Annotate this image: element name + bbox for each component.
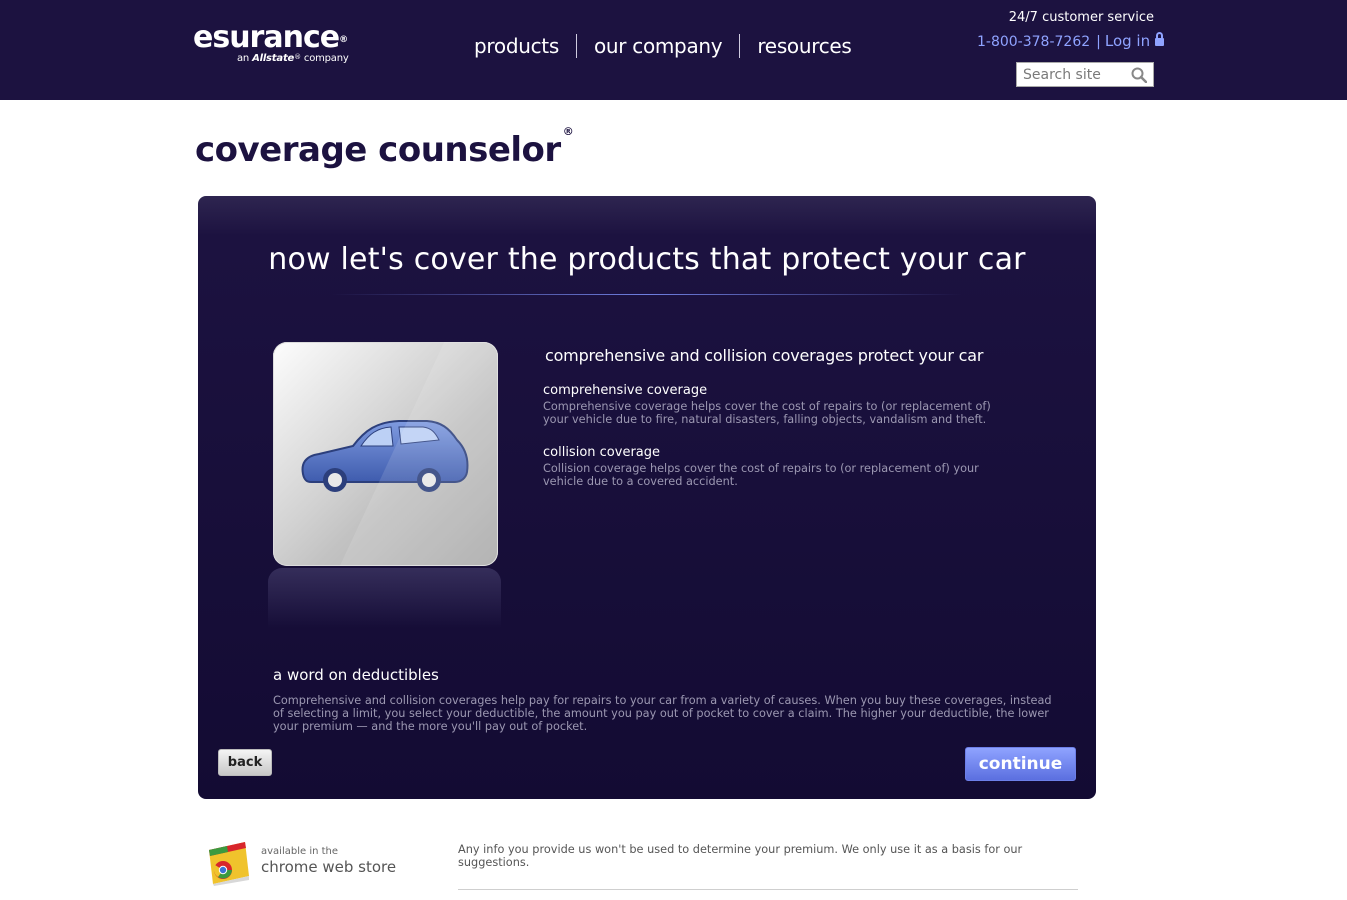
search-input[interactable] bbox=[1023, 66, 1127, 84]
chrome-web-store-icon bbox=[209, 842, 249, 886]
logo-registered-mark: ® bbox=[339, 35, 348, 45]
logo-tagline-brand: Allstate bbox=[252, 53, 295, 64]
logo-tagline-mark: ® bbox=[294, 53, 301, 61]
logo-tagline: an Allstate® company bbox=[237, 53, 349, 64]
collision-description: Collision coverage helps cover the cost … bbox=[543, 462, 979, 488]
chrome-web-store-badge[interactable]: available in the chrome web store bbox=[205, 836, 397, 888]
car-tile bbox=[273, 342, 498, 566]
nav-our-company[interactable]: our company bbox=[594, 34, 723, 58]
phone-number[interactable]: 1-800-378-7262 bbox=[977, 34, 1090, 50]
esurance-logo[interactable]: esurance® an Allstate® company bbox=[193, 20, 349, 65]
site-header: esurance® an Allstate® company products … bbox=[0, 0, 1347, 100]
page-title: coverage counselor ® bbox=[195, 125, 574, 170]
heading-divider bbox=[332, 294, 962, 295]
logo-tagline-prefix: an bbox=[237, 53, 250, 64]
phone-login-separator: | bbox=[1096, 34, 1101, 50]
nav-resources[interactable]: resources bbox=[757, 34, 852, 58]
deductibles-title: a word on deductibles bbox=[273, 666, 439, 684]
footer-divider bbox=[458, 889, 1078, 890]
nav-products[interactable]: products bbox=[474, 34, 559, 58]
coverage-panel: now let's cover the products that protec… bbox=[198, 196, 1096, 799]
panel-heading: now let's cover the products that protec… bbox=[268, 242, 1026, 277]
lock-icon bbox=[1155, 32, 1165, 46]
tile-reflection bbox=[268, 568, 501, 628]
search-box bbox=[1016, 62, 1154, 87]
page-title-mark: ® bbox=[562, 124, 574, 138]
content-title: comprehensive and collision coverages pr… bbox=[545, 346, 984, 365]
phone-login-row: 1-800-378-7262 | Log in bbox=[977, 32, 1165, 50]
main-nav: products our company resources bbox=[474, 34, 852, 58]
nav-divider bbox=[739, 34, 741, 58]
collision-title: collision coverage bbox=[543, 445, 660, 460]
logo-tagline-suffix: company bbox=[303, 53, 349, 64]
disclaimer-text: Any info you provide us won't be used to… bbox=[458, 843, 1023, 869]
back-button[interactable]: back bbox=[218, 749, 272, 776]
comprehensive-title: comprehensive coverage bbox=[543, 383, 708, 398]
comprehensive-description: Comprehensive coverage helps cover the c… bbox=[543, 400, 991, 426]
page-title-text: coverage counselor bbox=[195, 130, 561, 170]
continue-button[interactable]: continue bbox=[965, 747, 1076, 781]
login-link[interactable]: Log in bbox=[1105, 32, 1150, 50]
nav-divider bbox=[575, 34, 577, 58]
customer-service-label: 24/7 customer service bbox=[1008, 10, 1154, 25]
chrome-badge-small-text: available in the bbox=[261, 846, 339, 857]
car-icon bbox=[301, 420, 469, 492]
chrome-badge-large-text: chrome web store bbox=[261, 858, 397, 876]
deductibles-text: Comprehensive and collision coverages he… bbox=[273, 694, 1052, 733]
logo-wordmark: esurance bbox=[193, 20, 340, 55]
coverage-content: comprehensive and collision coverages pr… bbox=[543, 346, 993, 488]
search-icon[interactable] bbox=[1131, 67, 1147, 83]
deductibles-section: a word on deductibles Comprehensive and … bbox=[273, 666, 1063, 733]
